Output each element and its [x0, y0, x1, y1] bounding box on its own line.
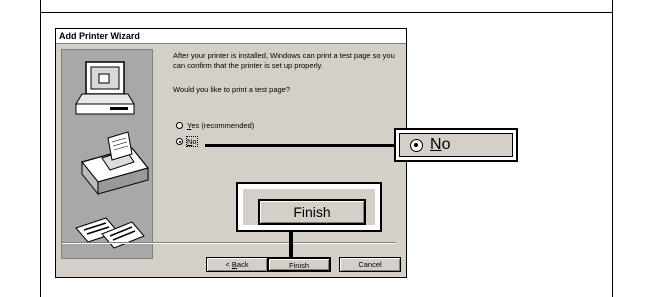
radio-button-checked-zoom: [410, 138, 423, 152]
radio-yes-label: Yes (recommended): [187, 121, 255, 130]
button-separator: [62, 242, 396, 244]
radio-button-unchecked[interactable]: [176, 122, 183, 129]
zoom-callout-finish-button: Finish: [236, 182, 382, 232]
page-frame-left: [40, 0, 41, 297]
radio-yes-recommended[interactable]: Yes (recommended): [176, 121, 254, 130]
printer-illustration: [61, 49, 153, 259]
monitor-icon: [75, 61, 135, 115]
page-frame-right: [612, 0, 613, 297]
zoom-finish-button: Finish: [258, 199, 366, 225]
add-printer-wizard-dialog: Add Printer Wizard After your printer is…: [55, 28, 407, 278]
callout-leader-finish: [289, 232, 293, 258]
back-button[interactable]: < Back: [206, 257, 268, 272]
zoom-no-label: No: [430, 136, 451, 153]
radio-button-checked[interactable]: [176, 138, 183, 145]
test-page-question: Would you like to print a test page?: [173, 85, 291, 94]
printer-icon: [80, 131, 150, 196]
cancel-button[interactable]: Cancel: [339, 257, 401, 272]
finish-button[interactable]: Finish: [267, 257, 331, 272]
callout-leader-no: [205, 144, 395, 147]
zoom-callout-no-option: No: [394, 128, 518, 162]
page-frame-top: [40, 12, 613, 13]
install-info-text: After your printer is installed, Windows…: [173, 51, 395, 70]
radio-no-label: No: [186, 136, 198, 147]
radio-no[interactable]: No: [176, 136, 198, 147]
window-title: Add Printer Wizard: [56, 29, 406, 44]
